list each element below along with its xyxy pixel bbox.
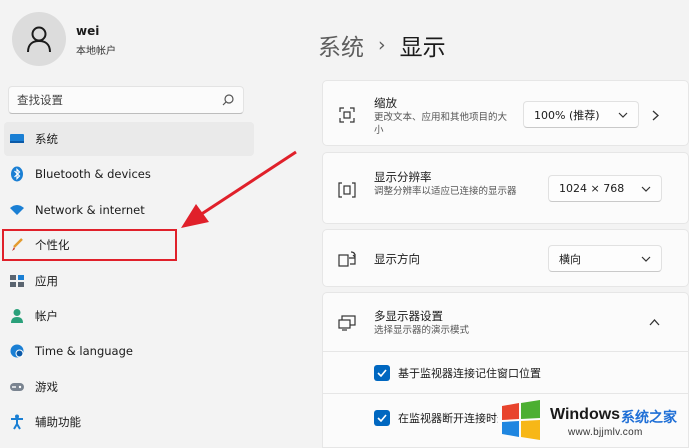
resolution-icon [337,180,357,200]
sidebar-item-label: 辅助功能 [35,415,81,430]
chevron-down-icon [618,112,628,118]
orientation-title: 显示方向 [374,252,420,266]
settings-search-box[interactable] [8,86,244,114]
chevron-right-icon[interactable] [652,110,659,121]
apps-icon [8,272,26,290]
wifi-icon [8,201,26,219]
orientation-icon [337,249,357,269]
breadcrumb: 系统 › 显示 [318,28,446,62]
search-input[interactable] [17,93,221,107]
breadcrumb-separator: › [378,34,386,56]
globe-clock-icon [8,342,26,360]
checkmark-icon [377,369,387,377]
chevron-up-icon[interactable] [649,319,660,326]
account-profile[interactable]: wei 本地帐户 [12,12,272,68]
resolution-dropdown[interactable]: 1024 × 768 [548,175,662,202]
sidebar-item-accessibility[interactable]: 辅助功能 [4,405,254,439]
watermark-url: www.bjjmlv.com [568,427,643,438]
multi-display-setting-card[interactable]: 多显示器设置 选择显示器的演示模式 [322,292,689,352]
chevron-down-icon [641,186,651,192]
sidebar-item-bluetooth[interactable]: Bluetooth & devices [4,157,254,191]
sidebar-item-label: 系统 [35,132,58,146]
resolution-setting-card[interactable]: 显示分辨率 调整分辨率以适应已连接的显示器 1024 × 768 [322,152,689,224]
minimize-window-checkbox[interactable] [374,410,390,426]
orientation-dropdown-value: 横向 [559,252,581,266]
watermark-site-name: 系统之家 [621,410,677,426]
gamepad-icon [8,378,26,396]
sidebar-item-label: Bluetooth & devices [35,167,151,182]
multi-display-description: 选择显示器的演示模式 [374,325,470,336]
multi-display-icon [337,313,357,333]
page-title: 显示 [399,35,446,61]
sidebar-nav: 系统 Bluetooth & devices Network & interne… [0,122,256,441]
scale-title: 缩放 [374,96,397,110]
remember-window-checkbox[interactable] [374,365,390,381]
scale-description: 更改文本、应用和其他项目的大小 [374,112,508,136]
breadcrumb-parent[interactable]: 系统 [318,28,364,62]
annotation-highlight-box [2,229,177,261]
sidebar-item-label: 应用 [35,273,58,288]
resolution-dropdown-value: 1024 × 768 [559,182,625,195]
sidebar-item-label: Network & internet [35,202,145,217]
resolution-title: 显示分辨率 [374,170,432,184]
monitor-icon [8,130,26,148]
sidebar-item-label: 帐户 [35,308,58,323]
remember-window-label: 基于监视器连接记住窗口位置 [398,367,541,380]
sidebar-item-system[interactable]: 系统 [4,122,254,156]
sidebar-item-apps[interactable]: 应用 [4,264,254,298]
watermark-brand: Windows [550,406,621,423]
checkmark-icon [377,414,387,422]
minimize-window-label: 在监视器断开连接时最小化窗口 [398,412,498,425]
chevron-down-icon [641,256,651,262]
multi-display-title: 多显示器设置 [374,309,443,323]
resolution-description: 调整分辨率以适应已连接的显示器 [374,186,517,197]
sidebar-item-network[interactable]: Network & internet [4,193,254,227]
avatar[interactable] [12,12,66,66]
watermark: Windows 系统之家 www.bjjmlv.com [492,392,689,448]
account-name: wei [76,24,100,38]
windows-logo-icon [502,400,540,440]
scale-setting-card[interactable]: 缩放 更改文本、应用和其他项目的大小 100% (推荐) [322,80,689,146]
sidebar-item-gaming[interactable]: 游戏 [4,370,254,404]
accessibility-icon [8,413,26,431]
person-icon [8,307,26,325]
orientation-setting-card[interactable]: 显示方向 横向 [322,229,689,287]
search-icon[interactable] [221,93,235,107]
orientation-dropdown[interactable]: 横向 [548,245,662,272]
sidebar-item-label: Time & language [35,344,133,359]
account-type: 本地帐户 [76,46,116,57]
bluetooth-icon [8,165,26,183]
scale-icon [337,105,357,125]
person-avatar-icon [27,26,51,53]
sidebar-item-accounts[interactable]: 帐户 [4,299,254,333]
sidebar-item-time-language[interactable]: Time & language [4,334,254,368]
scale-dropdown-value: 100% (推荐) [534,108,600,122]
multi-display-option-row[interactable]: 基于监视器连接记住窗口位置 [322,352,689,394]
sidebar-item-label: 游戏 [35,379,58,394]
scale-dropdown[interactable]: 100% (推荐) [523,101,639,128]
